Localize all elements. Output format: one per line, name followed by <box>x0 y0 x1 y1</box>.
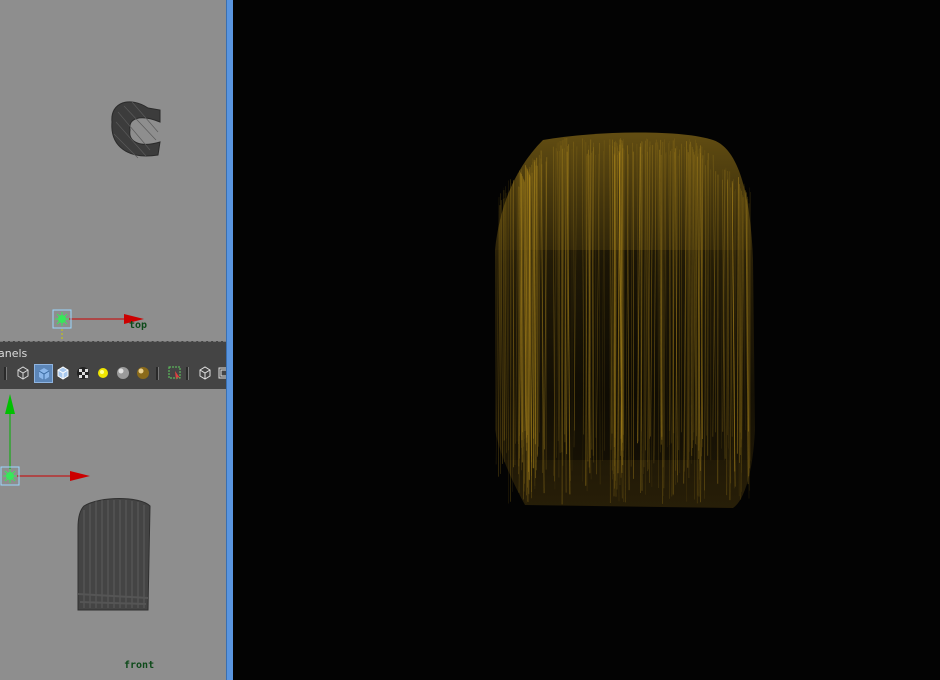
toolbar-separator <box>186 367 189 380</box>
toolbar-separator <box>156 367 159 380</box>
panel-menu-bar: anels <box>0 341 226 389</box>
top-viewport-canvas <box>52 101 161 340</box>
smooth-shade-cube-icon[interactable] <box>34 364 53 383</box>
toolbar-separator <box>4 367 7 380</box>
hair-strand <box>707 153 709 456</box>
camera-gate-icon[interactable] <box>214 364 226 381</box>
panels-menu[interactable]: anels <box>0 347 27 360</box>
viewport-panels: top anels front <box>0 0 226 680</box>
hair-render <box>495 132 755 508</box>
front-viewport[interactable]: front <box>0 388 226 680</box>
textured-checker-icon[interactable] <box>74 364 91 381</box>
shadows-sphere-icon[interactable] <box>134 364 151 381</box>
front-manipulator[interactable] <box>0 394 90 486</box>
hair-mesh-front[interactable] <box>77 498 151 611</box>
top-viewport[interactable]: top <box>0 0 226 340</box>
wireframe-on-shaded-cube-icon[interactable] <box>54 364 71 381</box>
viewport-toolbar <box>0 364 226 384</box>
all-lights-sphere-icon[interactable] <box>114 364 131 381</box>
render-view <box>233 0 940 680</box>
bounding-box-cube-icon[interactable] <box>196 364 213 381</box>
isolate-select-icon[interactable] <box>166 364 183 381</box>
hair-mesh-top[interactable] <box>111 101 161 159</box>
front-viewport-canvas <box>0 394 151 611</box>
top-view-label: top <box>129 320 148 331</box>
wireframe-cube-icon[interactable] <box>14 364 31 381</box>
hair-strand <box>533 159 535 439</box>
front-view-label: front <box>124 660 155 671</box>
default-light-icon[interactable] <box>94 364 111 381</box>
